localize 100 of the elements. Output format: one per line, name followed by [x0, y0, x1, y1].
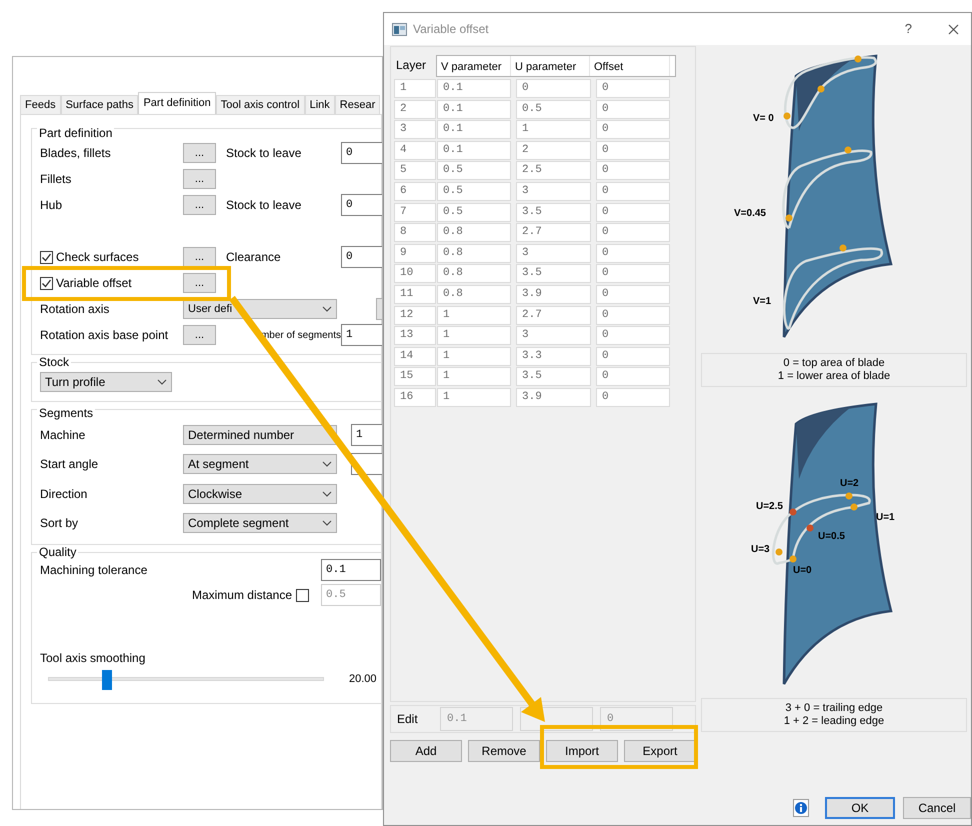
- column-header: Layer: [395, 57, 428, 74]
- table-cell[interactable]: 0: [596, 306, 670, 325]
- table-cell: 15: [394, 367, 436, 386]
- table-cell[interactable]: 0: [596, 326, 670, 346]
- table-cell[interactable]: 0: [596, 202, 670, 222]
- table-cell[interactable]: 1: [437, 367, 511, 386]
- action-button[interactable]: Add: [390, 740, 462, 762]
- table-cell[interactable]: 2.5: [516, 161, 591, 180]
- table-cell[interactable]: 1: [516, 120, 591, 140]
- table-cell: 14: [394, 346, 436, 366]
- tab[interactable]: Resear: [334, 95, 380, 114]
- input-field[interactable]: 1: [341, 324, 382, 346]
- input-field[interactable]: 1: [351, 424, 382, 446]
- table-cell[interactable]: 0.8: [437, 284, 511, 304]
- window-icon: [392, 22, 407, 36]
- input-field[interactable]: 0: [341, 246, 382, 268]
- checkbox[interactable]: [296, 588, 309, 602]
- input-field[interactable]: 0: [341, 194, 382, 216]
- tab[interactable]: Feeds: [20, 95, 61, 114]
- browse-button[interactable]: ...: [183, 247, 216, 267]
- cancel-button[interactable]: Cancel: [903, 797, 971, 819]
- action-button[interactable]: Import: [546, 740, 618, 762]
- action-button[interactable]: Export: [624, 740, 696, 762]
- field-label: Fillets: [40, 171, 72, 188]
- ok-button[interactable]: OK: [825, 797, 895, 819]
- tab[interactable]: Tool axis control: [216, 95, 305, 114]
- table-cell[interactable]: 0.5: [437, 161, 511, 180]
- table-cell[interactable]: 0: [596, 264, 670, 284]
- table-cell[interactable]: 1: [437, 388, 511, 407]
- table-cell[interactable]: 3.9: [516, 388, 591, 407]
- diagram-label: U=0: [793, 565, 812, 576]
- table-cell[interactable]: 1: [437, 306, 511, 325]
- browse-button[interactable]: ...: [183, 273, 216, 293]
- table-cell[interactable]: 0.1: [437, 120, 511, 140]
- column-header: V parameter: [437, 56, 511, 76]
- table-cell[interactable]: 0: [596, 388, 670, 407]
- table-cell[interactable]: 0: [596, 182, 670, 201]
- input-field[interactable]: 0: [341, 142, 382, 164]
- table-cell[interactable]: 0: [596, 100, 670, 119]
- table-cell[interactable]: 0: [596, 161, 670, 180]
- table-cell[interactable]: 0: [516, 79, 591, 98]
- table-cell[interactable]: 0.1: [437, 100, 511, 119]
- table-cell[interactable]: 0.8: [437, 223, 511, 242]
- checkbox[interactable]: [40, 276, 53, 290]
- caret-icon: [322, 306, 332, 312]
- table-cell[interactable]: 3.3: [516, 346, 591, 366]
- table-cell[interactable]: 0: [596, 284, 670, 304]
- table-cell[interactable]: 1: [437, 346, 511, 366]
- table-cell[interactable]: 0.8: [437, 244, 511, 263]
- table-cell[interactable]: 2.7: [516, 223, 591, 242]
- table-cell[interactable]: 3: [516, 182, 591, 201]
- caret-icon: [322, 520, 332, 526]
- table-cell[interactable]: 0.5: [437, 182, 511, 201]
- table-cell[interactable]: 0: [596, 140, 670, 160]
- dropdown[interactable]: Determined number: [183, 424, 337, 445]
- table-cell[interactable]: 3.5: [516, 367, 591, 386]
- browse-button[interactable]: ...: [183, 325, 216, 345]
- table-cell[interactable]: 3: [516, 244, 591, 263]
- action-button[interactable]: Remove: [468, 740, 540, 762]
- table-cell[interactable]: 3.5: [516, 264, 591, 284]
- table-cell[interactable]: 0.1: [437, 140, 511, 160]
- group-title: Quality: [37, 545, 78, 559]
- table-cell[interactable]: 0.1: [437, 79, 511, 98]
- browse-button[interactable]: ...: [183, 169, 216, 189]
- dropdown[interactable]: At segment: [183, 454, 337, 474]
- table-cell[interactable]: 2.7: [516, 306, 591, 325]
- checkbox[interactable]: [40, 250, 53, 264]
- dropdown[interactable]: Turn profile: [40, 372, 172, 392]
- field-label: Machining tolerance: [40, 563, 148, 577]
- tab[interactable]: Surface paths: [60, 95, 138, 114]
- field-label: Direction: [40, 486, 88, 503]
- table-cell[interactable]: 0: [596, 367, 670, 386]
- browse-button[interactable]: ...: [183, 195, 216, 215]
- help-button[interactable]: ?: [904, 19, 912, 39]
- table-cell[interactable]: 3.5: [516, 202, 591, 222]
- table-cell[interactable]: 0.8: [437, 264, 511, 284]
- table-cell[interactable]: 0: [596, 244, 670, 263]
- input-field[interactable]: 0.1: [440, 707, 513, 731]
- table-cell[interactable]: 0: [596, 120, 670, 140]
- table-cell[interactable]: 0: [596, 79, 670, 98]
- dropdown[interactable]: Complete segment: [183, 513, 337, 534]
- table-cell[interactable]: 0: [596, 223, 670, 242]
- table-cell[interactable]: 0.5: [516, 100, 591, 119]
- close-icon[interactable]: [948, 24, 959, 34]
- table-cell[interactable]: 3: [516, 326, 591, 346]
- table-cell[interactable]: 3.9: [516, 284, 591, 304]
- group-title: Stock: [37, 355, 72, 369]
- table-cell[interactable]: 1: [437, 326, 511, 346]
- table-cell[interactable]: 0: [596, 346, 670, 366]
- table-cell[interactable]: 0.5: [437, 202, 511, 222]
- input-field[interactable]: 0.1: [321, 559, 381, 581]
- diagram-label: V=1: [753, 296, 772, 307]
- browse-button[interactable]: ...: [183, 143, 216, 163]
- info-icon[interactable]: [793, 799, 809, 817]
- dropdown[interactable]: Clockwise: [183, 484, 337, 504]
- slider-thumb[interactable]: [102, 670, 112, 690]
- dropdown[interactable]: User defi: [183, 299, 337, 319]
- table-cell[interactable]: 2: [516, 140, 591, 160]
- tab[interactable]: Link: [304, 95, 335, 114]
- tab[interactable]: Part definition: [138, 92, 216, 114]
